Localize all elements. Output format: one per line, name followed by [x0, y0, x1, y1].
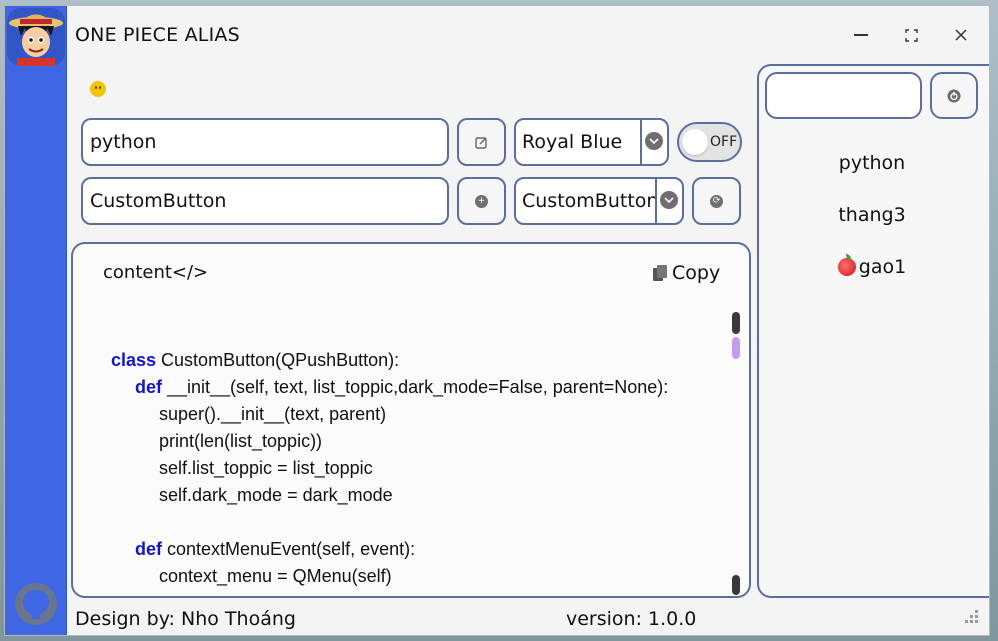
scroll-down-handle[interactable]	[732, 575, 740, 595]
toggle-knob	[682, 129, 708, 155]
add-icon: +	[475, 194, 488, 208]
code-line: print(len(list_toppic))	[111, 428, 668, 455]
resize-grip-icon[interactable]	[960, 608, 980, 626]
theme-select[interactable]: Royal Blue	[514, 118, 669, 166]
code-keyword: class	[111, 350, 157, 370]
sidebar	[5, 6, 67, 635]
code-line: super().__init__(text, parent)	[111, 401, 668, 428]
maximize-button[interactable]	[891, 20, 931, 50]
chevron-down-icon	[660, 191, 678, 209]
code-line: def __init__(self, text, list_toppic,dar…	[111, 374, 668, 401]
copy-button[interactable]: Copy	[653, 262, 720, 284]
code-text: context_menu = QMenu(self)	[159, 566, 392, 586]
add-button[interactable]: +	[457, 177, 506, 225]
refresh-icon: ⟳	[710, 194, 723, 208]
chevron-down-icon	[645, 132, 663, 150]
theme-select-value: Royal Blue	[522, 131, 623, 153]
alias-list-item[interactable]: gao1	[759, 254, 985, 278]
copy-label: Copy	[672, 262, 721, 284]
class-name-input[interactable]: CustomButton	[81, 177, 449, 225]
alias-item-label: gao1	[858, 256, 907, 278]
class-select-value: CustomButton	[522, 190, 659, 212]
content-label: content</>	[103, 262, 209, 283]
code-text: self.list_toppic = list_toppic	[159, 458, 373, 478]
alias-list-panel: python thang3 gao1	[757, 64, 989, 598]
code-text: contextMenuEvent(self, event):	[162, 539, 416, 559]
code-keyword: def	[135, 539, 162, 559]
scroll-up-handle[interactable]	[732, 312, 740, 334]
class-name-value: CustomButton	[90, 190, 227, 212]
code-text: __init__(self, text, list_toppic,dark_mo…	[162, 377, 669, 397]
code-text: super().__init__(text, parent)	[159, 404, 387, 424]
code-text: CustomButton(QPushButton):	[156, 350, 400, 370]
app-window: ONE PIECE ALIAS python Royal Blue OFF Cu…	[4, 5, 990, 636]
design-credit: Design by: Nho Thoáng	[75, 608, 296, 630]
code-line: class CustomButton(QPushButton):	[111, 347, 668, 374]
copy-icon	[653, 265, 667, 281]
window-title: ONE PIECE ALIAS	[75, 24, 240, 46]
code-line: self.dark_mode = dark_mode	[111, 482, 668, 509]
power-icon	[947, 89, 961, 102]
scrollbar-thumb[interactable]	[732, 337, 740, 359]
code-panel: content</> Copy class CustomButton(QPush…	[71, 242, 751, 598]
alias-name-input[interactable]: python	[81, 118, 449, 166]
minimize-button[interactable]	[841, 20, 881, 50]
alias-name-value: python	[90, 131, 157, 153]
edit-button[interactable]	[457, 118, 506, 166]
code-text: self.dark_mode = dark_mode	[159, 485, 393, 505]
code-line: self.list_toppic = list_toppic	[111, 455, 668, 482]
alias-item-label: thang3	[838, 204, 906, 226]
edit-icon	[475, 136, 487, 149]
code-text: print(len(list_toppic))	[159, 431, 323, 451]
alias-list-item[interactable]: thang3	[759, 204, 985, 226]
alias-list-item[interactable]: python	[759, 152, 985, 174]
close-button[interactable]	[941, 20, 981, 50]
code-keyword: def	[135, 377, 162, 397]
refresh-button[interactable]: ⟳	[692, 177, 741, 225]
code-block[interactable]: class CustomButton(QPushButton): def __in…	[111, 347, 668, 590]
dark-mode-toggle[interactable]: OFF	[677, 122, 742, 162]
apple-icon	[837, 254, 856, 276]
smile-icon	[90, 81, 106, 97]
avatar[interactable]	[7, 8, 65, 66]
power-button[interactable]	[930, 72, 978, 119]
alias-search-input[interactable]	[765, 72, 922, 119]
github-icon[interactable]	[13, 581, 59, 627]
version-label: version: 1.0.0	[566, 608, 697, 630]
class-select[interactable]: CustomButton	[514, 177, 684, 225]
toggle-label: OFF	[710, 134, 738, 150]
code-line: def contextMenuEvent(self, event):	[111, 536, 668, 563]
alias-item-label: python	[838, 152, 906, 174]
code-line: context_menu = QMenu(self)	[111, 563, 668, 590]
